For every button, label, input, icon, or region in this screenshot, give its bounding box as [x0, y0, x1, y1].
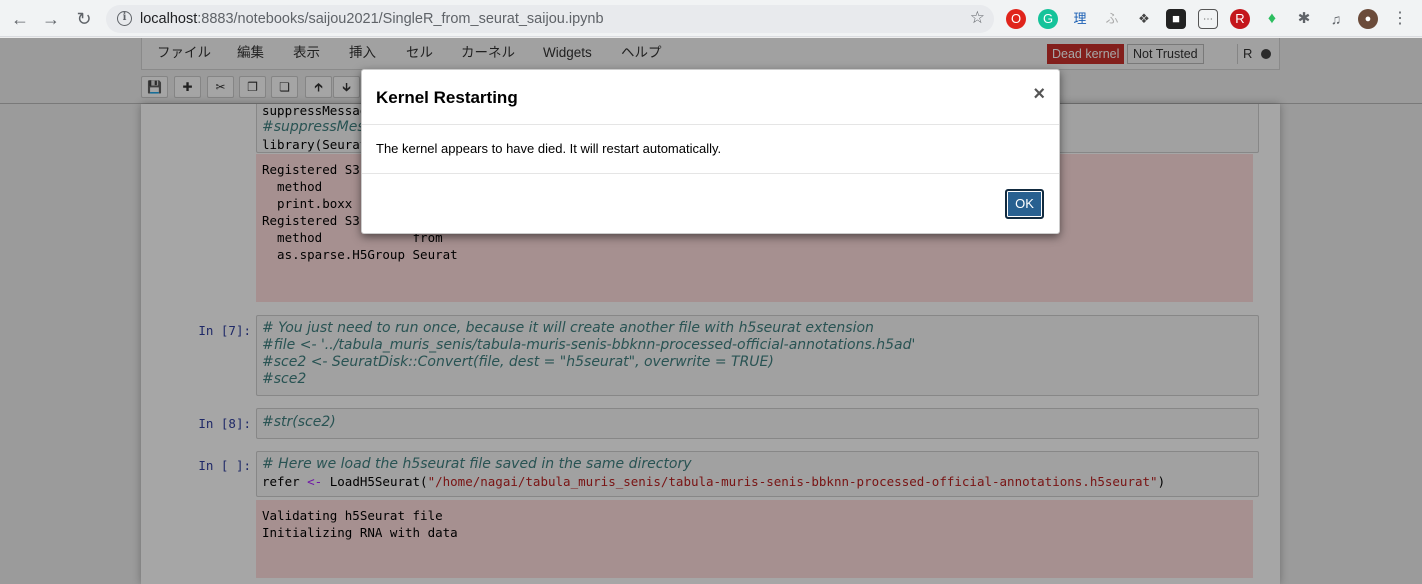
kernel-restarting-dialog: Kernel Restarting × The kernel appears t…: [361, 69, 1060, 234]
dark-extension-icon[interactable]: ■: [1166, 9, 1186, 29]
evernote-extension-icon[interactable]: ♦: [1262, 9, 1282, 29]
bookmark-star-icon[interactable]: ☆: [970, 8, 985, 28]
extensions-puzzle-icon[interactable]: ✱: [1294, 9, 1314, 29]
modal-footer: OK: [362, 173, 1059, 233]
back-arrow-icon[interactable]: ←: [7, 6, 33, 32]
media-control-icon[interactable]: ♫: [1326, 9, 1346, 29]
forward-arrow-icon[interactable]: →: [38, 6, 64, 32]
url-text[interactable]: localhost:8883/notebooks/saijou2021/Sing…: [140, 5, 604, 33]
red-extension-icon[interactable]: R: [1230, 9, 1250, 29]
browser-toolbar: ← → ↻ i localhost:8883/notebooks/saijou2…: [0, 0, 1422, 37]
modal-message: The kernel appears to have died. It will…: [376, 141, 722, 156]
dropbox-extension-icon[interactable]: ❖: [1134, 9, 1154, 29]
ok-button[interactable]: OK: [1005, 189, 1044, 219]
browser-menu-icon[interactable]: ⋮: [1390, 9, 1410, 29]
grammarly-extension-icon[interactable]: G: [1038, 9, 1058, 29]
reload-icon[interactable]: ↻: [71, 6, 97, 32]
rikaikun-extension-icon[interactable]: 理: [1070, 9, 1090, 29]
modal-title: Kernel Restarting: [376, 88, 518, 107]
info-icon[interactable]: i: [117, 11, 132, 26]
close-icon[interactable]: ×: [1033, 84, 1045, 104]
furigana-extension-icon[interactable]: ふ: [1102, 9, 1122, 29]
profile-avatar[interactable]: ●: [1358, 9, 1378, 29]
opera-extension-icon[interactable]: O: [1006, 9, 1026, 29]
modal-header: Kernel Restarting ×: [362, 70, 1059, 125]
chat-extension-icon[interactable]: ⋯: [1198, 9, 1218, 29]
address-bar[interactable]: i localhost:8883/notebooks/saijou2021/Si…: [106, 5, 994, 33]
